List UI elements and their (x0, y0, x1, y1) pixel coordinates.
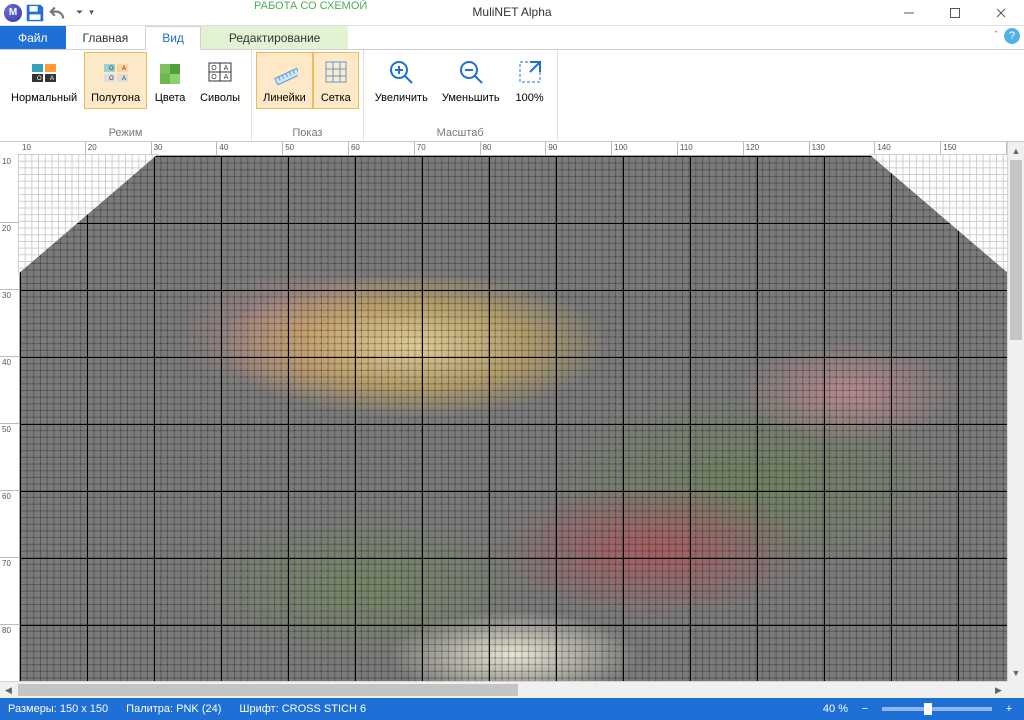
ribbon-group-show: Линейки Сетка Показ (252, 50, 364, 141)
mode-symbols-label: Сиволы (200, 92, 240, 105)
scroll-right-icon[interactable]: ▶ (990, 682, 1007, 698)
mode-symbols-icon: OAOA (204, 56, 236, 88)
svg-text:A: A (50, 76, 54, 82)
window-controls (886, 0, 1024, 26)
zoom-out-label: Уменьшить (442, 92, 500, 105)
scroll-thumb[interactable] (18, 684, 518, 696)
zoom-in-button[interactable]: Увеличить (368, 52, 435, 109)
grid-icon (320, 56, 352, 88)
mode-halftone-icon: O A O A (100, 56, 132, 88)
ribbon: OA Нормальный OAOA Полутона Цвета OAOA С… (0, 50, 1024, 142)
contextual-title: РАБОТА СО СХЕМОЙ (214, 0, 407, 13)
svg-text:A: A (224, 74, 229, 81)
ruler-horizontal: 102030405060708090100110120130140150 (20, 142, 1007, 156)
help-icon[interactable]: ? (1004, 28, 1020, 44)
minimize-button[interactable] (886, 0, 932, 26)
zoom-100-icon (514, 56, 546, 88)
contextual-tab-header: РАБОТА СО СХЕМОЙ (214, 0, 407, 13)
app-title: MuliNET Alpha (472, 5, 551, 19)
scroll-thumb[interactable] (1010, 160, 1022, 340)
qat-customize-icon[interactable]: ⏷ (76, 7, 83, 18)
stitch-grid[interactable] (20, 156, 1007, 681)
titlebar: M ⏷ ▾ РАБОТА СО СХЕМОЙ MuliNET Alpha (0, 0, 1024, 26)
scroll-down-icon[interactable]: ▼ (1008, 664, 1024, 681)
zoom-out-button[interactable]: Уменьшить (435, 52, 507, 109)
zoom-in-icon (385, 56, 417, 88)
svg-text:A: A (122, 66, 126, 72)
zoom-slider[interactable] (882, 707, 992, 711)
mode-colors-button[interactable]: Цвета (147, 52, 193, 109)
zoom-100-button[interactable]: 100% (507, 52, 553, 109)
tab-edit[interactable]: Редактирование (201, 26, 348, 49)
zoom-minus-button[interactable]: − (858, 703, 872, 715)
canvas-area: 102030405060708090100110120130140150 102… (0, 142, 1024, 698)
scrollbar-horizontal[interactable]: ◀ ▶ (0, 681, 1007, 698)
collapse-ribbon-icon[interactable]: ˆ (994, 30, 998, 42)
scrollbar-corner (1007, 681, 1024, 698)
zoom-slider-knob[interactable] (924, 703, 932, 715)
grid-button[interactable]: Сетка (313, 52, 359, 109)
ruler-vertical: 1020304050607080 (0, 156, 20, 681)
file-tab[interactable]: Файл (0, 26, 66, 49)
app-logo-icon: M (4, 4, 22, 22)
zoom-100-label: 100% (515, 92, 543, 105)
zoom-plus-button[interactable]: + (1002, 703, 1016, 715)
mode-normal-label: Нормальный (11, 92, 77, 105)
status-font: Шрифт: CROSS STICH 6 (239, 703, 366, 715)
maximize-button[interactable] (932, 0, 978, 26)
scroll-left-icon[interactable]: ◀ (0, 682, 17, 698)
mode-normal-icon: OA (28, 56, 60, 88)
mode-symbols-button[interactable]: OAOA Сиволы (193, 52, 247, 109)
rulers-label: Линейки (263, 92, 306, 105)
undo-button[interactable] (48, 2, 70, 24)
svg-text:O: O (211, 74, 217, 81)
svg-text:A: A (224, 65, 229, 72)
ribbon-tabs: Файл Главная Вид Редактирование ˆ ? (0, 26, 1024, 50)
tab-view[interactable]: Вид (145, 26, 201, 50)
qat-dropdown-icon[interactable]: ▾ (89, 7, 94, 18)
ribbon-group-mode: OA Нормальный OAOA Полутона Цвета OAOA С… (0, 50, 252, 141)
ribbon-group-zoom: Увеличить Уменьшить 100% Масштаб (364, 50, 558, 141)
svg-text:O: O (109, 66, 114, 72)
tab-home[interactable]: Главная (66, 26, 146, 49)
ribbon-group-mode-label: Режим (0, 127, 251, 141)
save-button[interactable] (24, 2, 46, 24)
svg-text:O: O (109, 76, 114, 82)
grid-label: Сетка (321, 92, 351, 105)
zoom-in-label: Увеличить (375, 92, 428, 105)
canvas[interactable]: 102030405060708090100110120130140150 102… (0, 142, 1007, 681)
quick-access-toolbar: M ⏷ ▾ (0, 2, 94, 24)
ribbon-group-zoom-label: Масштаб (364, 127, 557, 141)
status-bar: Размеры: 150 x 150 Палитра: PNK (24) Шри… (0, 698, 1024, 720)
mode-halftone-button[interactable]: O A O A Полутона (84, 52, 147, 109)
mode-colors-icon (154, 56, 186, 88)
mode-halftone-label: Полутона (91, 92, 140, 105)
scroll-up-icon[interactable]: ▲ (1008, 142, 1024, 159)
svg-text:O: O (211, 65, 217, 72)
close-button[interactable] (978, 0, 1024, 26)
mode-normal-button[interactable]: OA Нормальный (4, 52, 84, 109)
ruler-icon (268, 56, 300, 88)
ribbon-group-show-label: Показ (252, 127, 363, 141)
mode-colors-label: Цвета (155, 92, 186, 105)
grid-bold (20, 156, 1007, 681)
zoom-out-icon (455, 56, 487, 88)
svg-text:A: A (122, 76, 126, 82)
svg-text:O: O (37, 76, 42, 82)
zoom-value: 40 % (823, 703, 848, 715)
status-dimensions: Размеры: 150 x 150 (8, 703, 108, 715)
rulers-button[interactable]: Линейки (256, 52, 313, 109)
status-palette: Палитра: PNK (24) (126, 703, 221, 715)
scrollbar-vertical[interactable]: ▲ ▼ (1007, 142, 1024, 681)
